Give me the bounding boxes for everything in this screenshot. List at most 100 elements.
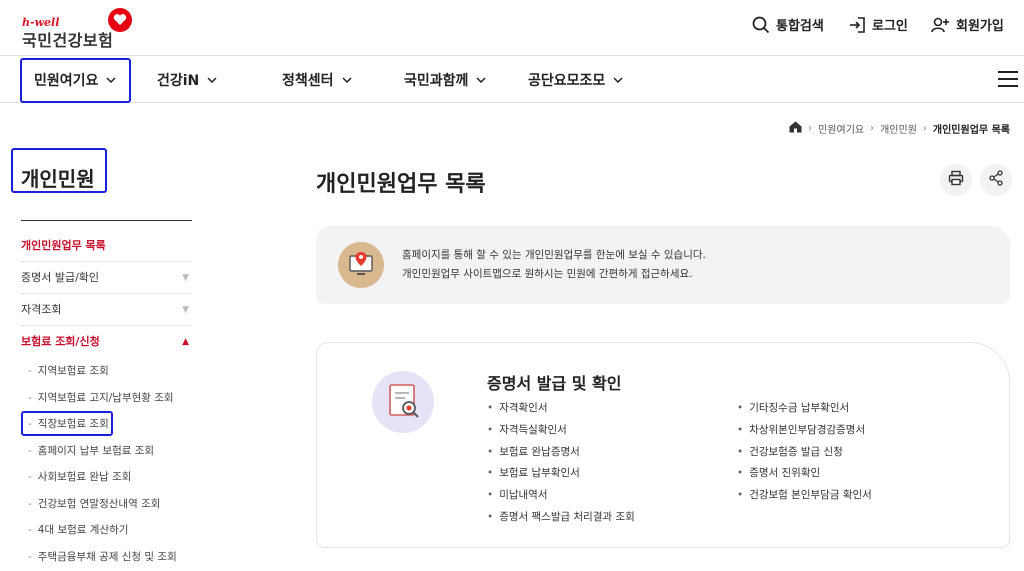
hamburger-menu-icon[interactable]	[998, 71, 1018, 87]
sidebar-submenu: - 지역보험료 조회 - 지역보험료 고지/납부현황 조회 - 직장보험료 조회 -홈…	[21, 358, 192, 570]
card-list-right: • 기타징수금 납부확인서 • 차상위본인부담경감증명서 • 건강보험증 발급 신청 …	[737, 400, 872, 509]
category-card: 증명서 발급 및 확인 • 자격확인서 • 자격득실확인서 • 보험료 완납증명서 •…	[316, 342, 1010, 548]
breadcrumb-current: 개인민원업무 목록	[932, 125, 1010, 136]
sidebar-item-label: 자격조회	[21, 303, 62, 316]
sidebar-subitem[interactable]: - 지역보험료 고지/납부현황 조회	[21, 385, 192, 412]
sidebar-subitem-label: 지역보험료 조회	[37, 365, 109, 377]
sidebar-subitem-label: 홈페이지 납부 보험료 조회	[37, 444, 155, 457]
utility-search[interactable]: 통합검색	[752, 15, 824, 34]
sidebar-subitem-label: 주택금융부채 공제 신청 및 조회	[37, 550, 177, 563]
chevron-down-icon	[476, 77, 486, 83]
search-icon	[752, 16, 770, 34]
card-link[interactable]: • 보험료 납부확인서	[487, 465, 635, 487]
main-nav: 민원여기요 건강iN 정책센터 국민과함께 공단요모조모	[0, 57, 1024, 103]
sidebar-subitem-label: 직장보험료 조회	[37, 418, 109, 430]
nav-item-health-in[interactable]: 건강iN	[157, 70, 217, 90]
sidebar-subitem[interactable]: - 홈페이지 납부 보험료 조회	[21, 438, 192, 465]
card-link-label: 건강보험증 발급 신청	[749, 445, 843, 458]
breadcrumb-separator: ›	[922, 123, 927, 134]
card-link[interactable]: • 기타징수금 납부확인서	[737, 400, 872, 422]
breadcrumb-separator: ›	[808, 123, 813, 134]
utility-login[interactable]: 로그인	[848, 15, 908, 34]
sidebar-title: 개인민원	[21, 167, 95, 191]
sidebar-subitem[interactable]: - 주택금융부채 공제 신청 및 조회	[21, 544, 192, 571]
sidebar-menu: 개인민원업무 목록 증명서 발급/확인 ▼ 자격조회 ▼ 보험료 조회/신청 ▲…	[21, 230, 192, 570]
sidebar-subitem-label: 지역보험료 고지/납부현황 조회	[37, 391, 174, 404]
sidebar-item-label: 증명서 발급/확인	[21, 271, 100, 284]
print-button[interactable]	[940, 164, 972, 196]
card-link-label: 자격득실확인서	[499, 423, 567, 436]
info-line: 홈페이지를 통해 할 수 있는 개인민원업무를 한눈에 보실 수 있습니다.	[402, 249, 706, 261]
sidebar-subitem-label: 4대 보험료 계산하기	[37, 524, 129, 536]
login-icon	[848, 16, 866, 34]
card-link-label: 증명서 진위확인	[749, 467, 821, 480]
nav-item-policy[interactable]: 정책센터	[282, 70, 352, 90]
sidebar-subitem[interactable]: - 직장보험료 조회	[21, 411, 192, 438]
sidebar-subitem-label: 사회보험료 완납 조회	[37, 471, 132, 483]
card-link[interactable]: • 차상위본인부담경감증명서	[737, 422, 872, 444]
nav-item-civil[interactable]: 민원여기요	[34, 70, 116, 90]
sidebar-item-premium[interactable]: 보험료 조회/신청 ▲	[21, 326, 192, 358]
card-link[interactable]: • 건강보험 본인부담금 확인서	[737, 487, 872, 509]
share-button[interactable]	[980, 164, 1012, 196]
site-logo[interactable]: h-well 국민건강보험	[22, 8, 142, 50]
print-icon	[948, 170, 964, 190]
nav-label: 민원여기요	[34, 73, 99, 89]
sidebar-subitem[interactable]: - 건강보험 연말정산내역 조회	[21, 491, 192, 518]
info-line: 개인민원업무 사이트맵으로 원하시는 민원에 간편하게 접근하세요.	[402, 268, 693, 280]
utility-search-label: 통합검색	[776, 19, 824, 34]
card-link-label: 기타징수금 납부확인서	[749, 402, 850, 414]
chevron-down-icon	[342, 77, 352, 83]
card-link[interactable]: • 건강보험증 발급 신청	[737, 444, 872, 466]
utility-signup[interactable]: 회원가입	[931, 15, 1004, 34]
card-link-label: 보험료 완납증명서	[499, 445, 580, 458]
utility-login-label: 로그인	[872, 19, 908, 34]
breadcrumb-item[interactable]: 민원여기요	[818, 121, 864, 136]
sidebar-subitem[interactable]: -4대 보험료 계산하기	[21, 517, 192, 544]
triangle-down-icon: ▼	[182, 305, 189, 315]
sidebar-item-qualification[interactable]: 자격조회 ▼	[21, 294, 192, 326]
breadcrumb-item[interactable]: 개인민원	[880, 121, 917, 136]
triangle-up-icon: ▲	[182, 337, 189, 347]
document-search-icon	[372, 371, 434, 433]
card-link[interactable]: • 증명서 진위확인	[737, 465, 872, 487]
breadcrumb-separator: ›	[870, 123, 875, 134]
card-link-label: 건강보험 본인부담금 확인서	[749, 489, 872, 502]
add-user-icon	[931, 16, 950, 34]
chevron-down-icon	[613, 77, 623, 83]
nav-item-corporation[interactable]: 공단요모조모	[528, 70, 623, 90]
nav-label: 국민과함께	[404, 73, 469, 89]
breadcrumb: › 민원여기요 › 개인민원 › 개인민원업무 목록	[789, 121, 1010, 136]
card-title: 증명서 발급 및 확인	[487, 374, 622, 393]
page-title: 개인민원업무 목록	[316, 172, 486, 197]
card-link-label: 자격확인서	[499, 402, 548, 414]
home-icon[interactable]	[789, 121, 802, 136]
sidebar-item-label: 보험료 조회/신청	[21, 335, 100, 348]
sidebar-item-label: 개인민원업무 목록	[21, 239, 106, 252]
sidebar-subitem-label: 건강보험 연말정산내역 조회	[37, 497, 161, 510]
nav-label: 건강iN	[157, 73, 200, 89]
sidebar-item-list[interactable]: 개인민원업무 목록	[21, 230, 192, 262]
sidebar-subitem[interactable]: - 지역보험료 조회	[21, 358, 192, 385]
nav-item-together[interactable]: 국민과함께	[404, 70, 486, 90]
logo-title: 국민건강보험	[22, 31, 114, 50]
info-banner: 홈페이지를 통해 할 수 있는 개인민원업무를 한눈에 보실 수 있습니다. 개…	[316, 226, 1010, 304]
card-link[interactable]: • 자격확인서	[487, 400, 635, 422]
card-link[interactable]: • 자격득실확인서	[487, 422, 635, 444]
info-text: 홈페이지를 통해 할 수 있는 개인민원업무를 한눈에 보실 수 있습니다. 개…	[402, 246, 706, 284]
card-link-label: 증명서 팩스발급 처리결과 조회	[499, 510, 635, 523]
card-link[interactable]: • 증명서 팩스발급 처리결과 조회	[487, 509, 635, 531]
card-list-left: • 자격확인서 • 자격득실확인서 • 보험료 완납증명서 • 보험료 납부확인서 • 미…	[487, 400, 635, 531]
card-link-label: 보험료 납부확인서	[499, 467, 580, 480]
nav-label: 공단요모조모	[528, 73, 606, 89]
card-link[interactable]: • 보험료 완납증명서	[487, 444, 635, 466]
sidebar-subitem[interactable]: - 사회보험료 완납 조회	[21, 464, 192, 491]
card-link-label: 미납내역서	[499, 489, 548, 502]
heart-logo-icon	[108, 8, 132, 32]
monitor-location-icon	[338, 242, 384, 288]
sidebar-item-certificates[interactable]: 증명서 발급/확인 ▼	[21, 262, 192, 294]
sidebar-divider	[21, 220, 192, 221]
nav-label: 정책센터	[282, 73, 334, 89]
card-link[interactable]: • 미납내역서	[487, 487, 635, 509]
top-header: h-well 국민건강보험 통합검색 로그인 회원가입	[0, 0, 1024, 56]
